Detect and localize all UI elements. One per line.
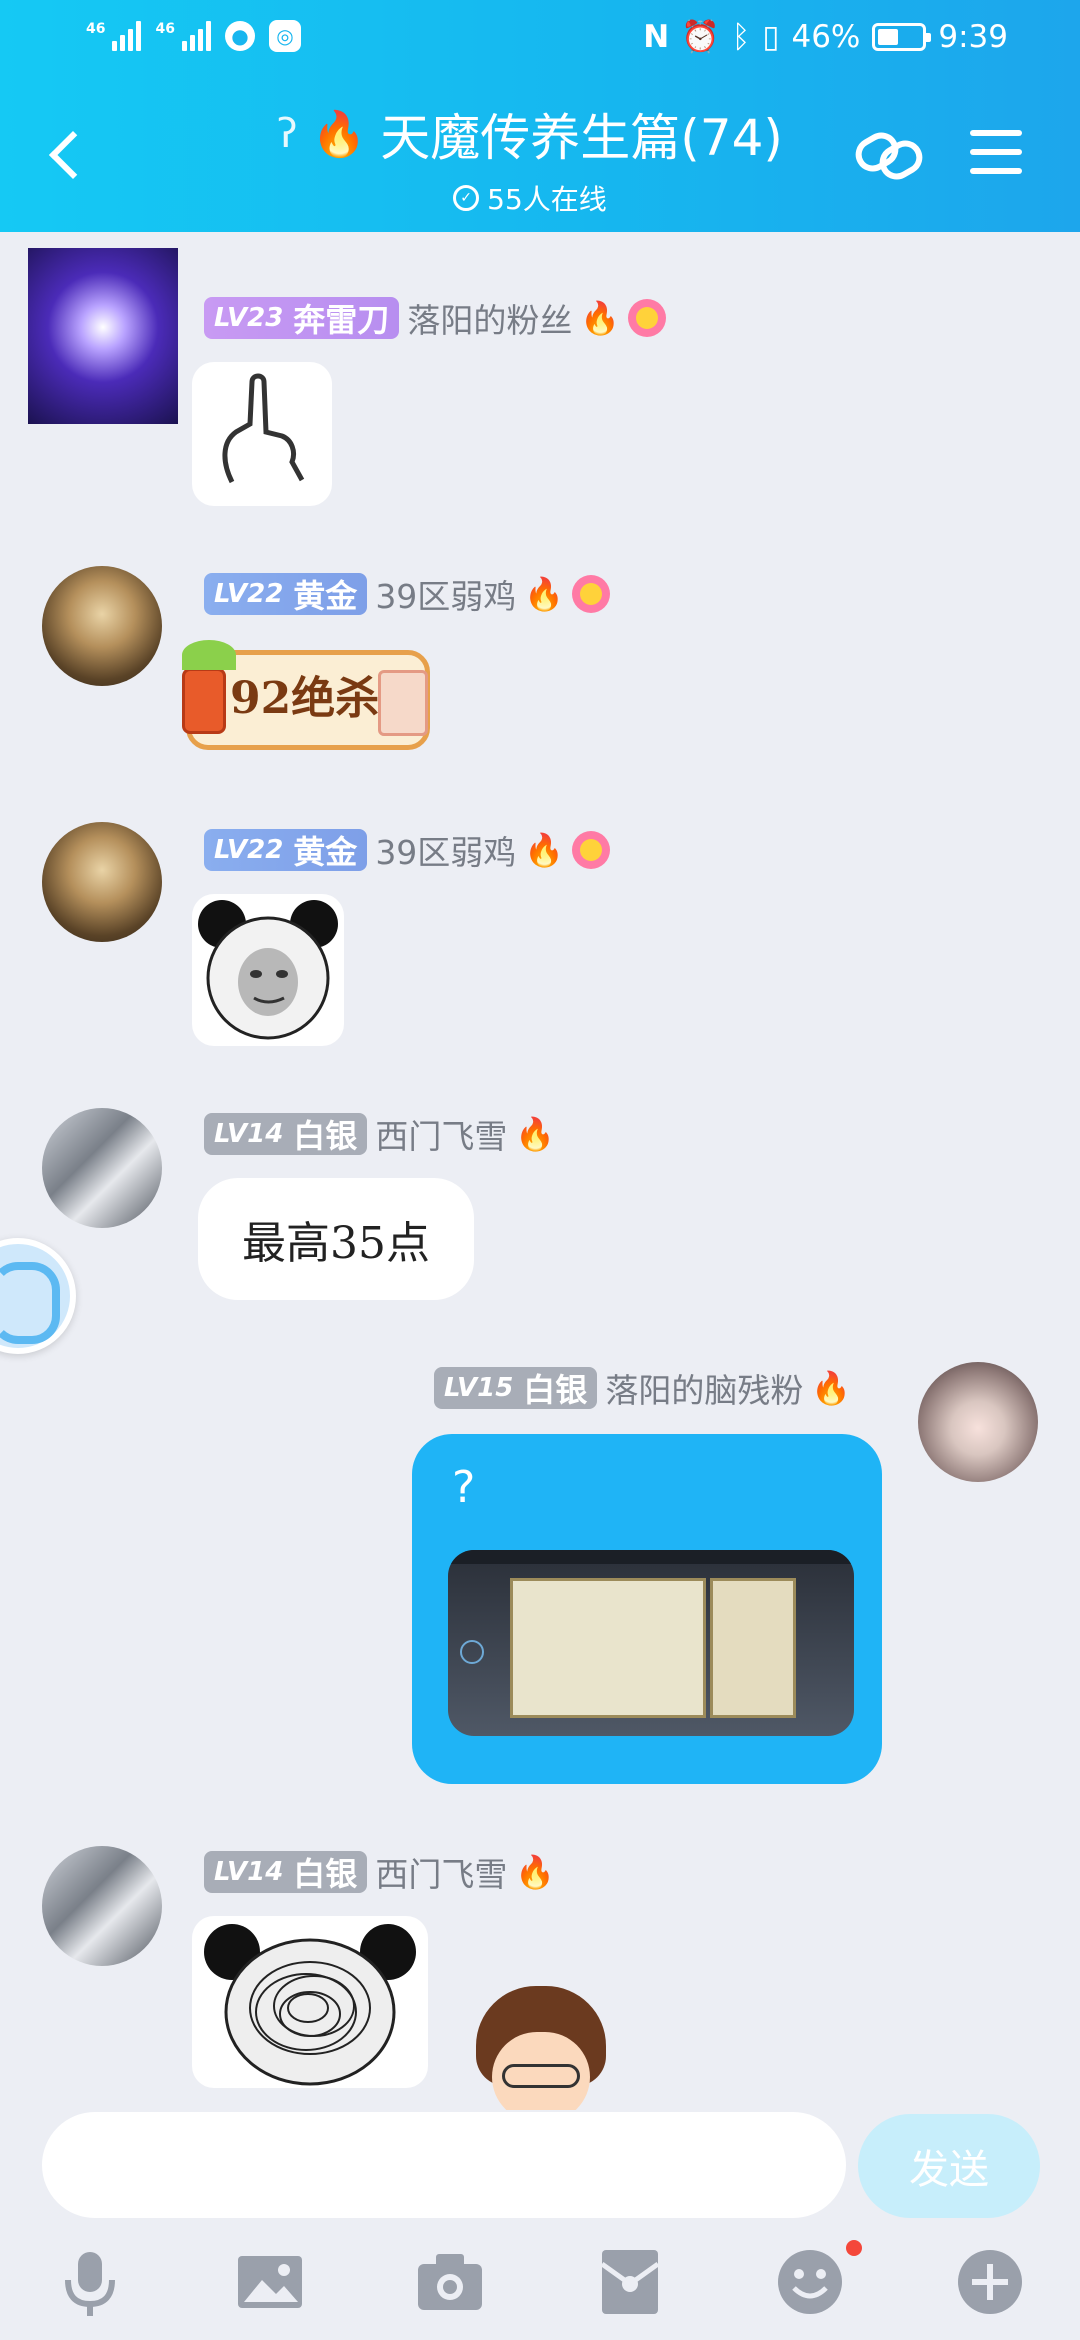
game-dialog-panel <box>510 1578 706 1718</box>
group-title: 天魔传养生篇(74) <box>380 109 783 167</box>
message-text: ? <box>452 1462 476 1513</box>
level-badge: LV14 白银 <box>204 1851 368 1893</box>
avatar[interactable] <box>42 566 162 686</box>
fire-icon: 🔥 <box>515 1115 556 1153</box>
browser-icon: ● <box>224 21 255 51</box>
sender-info: LV23 奔雷刀 落阳的粉丝 🔥 <box>204 294 667 342</box>
alarm-icon: ⏰ <box>681 19 720 55</box>
level-badge: LV23 奔雷刀 <box>204 297 400 339</box>
panda-face-icon <box>198 900 338 1040</box>
message-bubble[interactable]: 最高35点 <box>198 1178 474 1300</box>
fire-icon: 🔥 <box>580 299 621 337</box>
online-count: 55人在线 <box>487 183 607 216</box>
avatar[interactable] <box>42 822 162 942</box>
red-packet-icon[interactable] <box>592 2244 668 2320</box>
avatar[interactable] <box>42 1108 162 1228</box>
sender-name: 落阳的脑残粉 <box>605 1371 804 1410</box>
flower-badge-icon <box>628 299 667 337</box>
menu-button[interactable] <box>970 130 1022 174</box>
fire-icon: 🔥 <box>524 575 565 613</box>
game-top-bar <box>448 1550 854 1564</box>
plus-icon[interactable] <box>952 2244 1028 2320</box>
battery-percent: 46% <box>791 18 861 55</box>
avatar[interactable] <box>42 1846 162 1966</box>
sticker-92-kill[interactable]: 92绝杀 <box>182 640 432 752</box>
fire-icon: 🔥 <box>811 1369 852 1407</box>
fire-icon: 🔥 <box>515 1853 556 1891</box>
sender-name: 39区弱鸡 <box>375 833 517 872</box>
sticker-caption: 92绝杀 <box>230 673 380 724</box>
sender-info: LV15 白银 落阳的脑残粉 🔥 <box>434 1364 851 1412</box>
chat-header: 46 46 ● ◎ N ⏰ ᛒ ▯ 46% 9:39 ʔ 🔥 天魔传养生篇(74… <box>0 0 1080 232</box>
signal-icon-2: 46 <box>155 21 211 51</box>
signal-icon: 46 <box>86 21 142 51</box>
nfc-icon: N <box>643 18 670 55</box>
vibrate-icon: ▯ <box>762 18 780 55</box>
fire-icon: 🔥 <box>524 831 565 869</box>
share-link-icon[interactable] <box>852 124 926 184</box>
sender-info: LV22 黄金 39区弱鸡 🔥 <box>204 826 611 874</box>
flower-badge-icon <box>572 831 611 869</box>
floating-assistant-button[interactable] <box>0 1238 76 1354</box>
message-bubble-outgoing[interactable]: ? <box>412 1434 882 1784</box>
level-badge: LV22 黄金 <box>204 573 368 615</box>
level-badge: LV22 黄金 <box>204 829 368 871</box>
level-badge: LV14 白银 <box>204 1113 368 1155</box>
sender-info: LV14 白银 西门飞雪 🔥 <box>204 1110 555 1158</box>
chat-title-area[interactable]: ʔ 🔥 天魔传养生篇(74) ✓ 55人在线 <box>210 98 850 218</box>
level-badge: LV15 白银 <box>434 1367 598 1409</box>
sender-name: 西门飞雪 <box>375 1855 508 1894</box>
leaf-icon <box>182 640 236 670</box>
back-button[interactable] <box>42 122 86 192</box>
sender-name: 西门飞雪 <box>375 1117 508 1156</box>
game-icon <box>460 1640 484 1664</box>
sender-name: 落阳的粉丝 <box>407 301 573 340</box>
mic-icon[interactable] <box>52 2244 128 2320</box>
firecracker-icon <box>182 668 226 734</box>
avatar[interactable] <box>28 248 178 424</box>
camera-icon[interactable] <box>412 2244 488 2320</box>
battery-icon <box>872 22 932 51</box>
image-icon[interactable] <box>232 2244 308 2320</box>
message-input[interactable] <box>42 2112 846 2218</box>
message-text: 最高35点 <box>242 1218 430 1269</box>
online-check-icon: ✓ <box>453 185 480 211</box>
earpiece-mode-icon: ʔ <box>277 111 298 157</box>
clock: 9:39 <box>938 18 1008 55</box>
sender-name: 39区弱鸡 <box>375 577 517 616</box>
input-toolbar <box>0 2240 1080 2340</box>
sender-info: LV22 黄金 39区弱鸡 🔥 <box>204 570 611 618</box>
sticker-gesture[interactable] <box>192 362 332 506</box>
group-fire-icon: 🔥 <box>311 109 367 160</box>
emoji-icon[interactable] <box>772 2244 848 2320</box>
glasses-icon <box>502 2064 580 2088</box>
sticker-panda-scribble[interactable] <box>192 1916 428 2088</box>
panda-scribble-icon <box>204 1924 416 2086</box>
my-avatar[interactable] <box>918 1362 1038 1482</box>
notification-dot <box>846 2240 862 2256</box>
flower-badge-icon <box>572 575 611 613</box>
bluetooth-icon: ᛒ <box>731 18 751 55</box>
scroll-icon <box>378 670 428 736</box>
game-info-panel <box>710 1578 796 1718</box>
app-notification-icon: ◎ <box>268 20 301 52</box>
status-bar: 46 46 ● ◎ N ⏰ ᛒ ▯ 46% 9:39 <box>0 18 1080 62</box>
sender-info: LV14 白银 西门飞雪 🔥 <box>204 1848 555 1896</box>
hand-gesture-icon <box>222 373 305 484</box>
screenshot-image[interactable] <box>448 1550 854 1736</box>
send-button[interactable]: 发送 <box>858 2114 1040 2218</box>
cartoon-boy-sticker[interactable] <box>472 1986 610 2110</box>
sticker-panda[interactable] <box>192 894 344 1046</box>
